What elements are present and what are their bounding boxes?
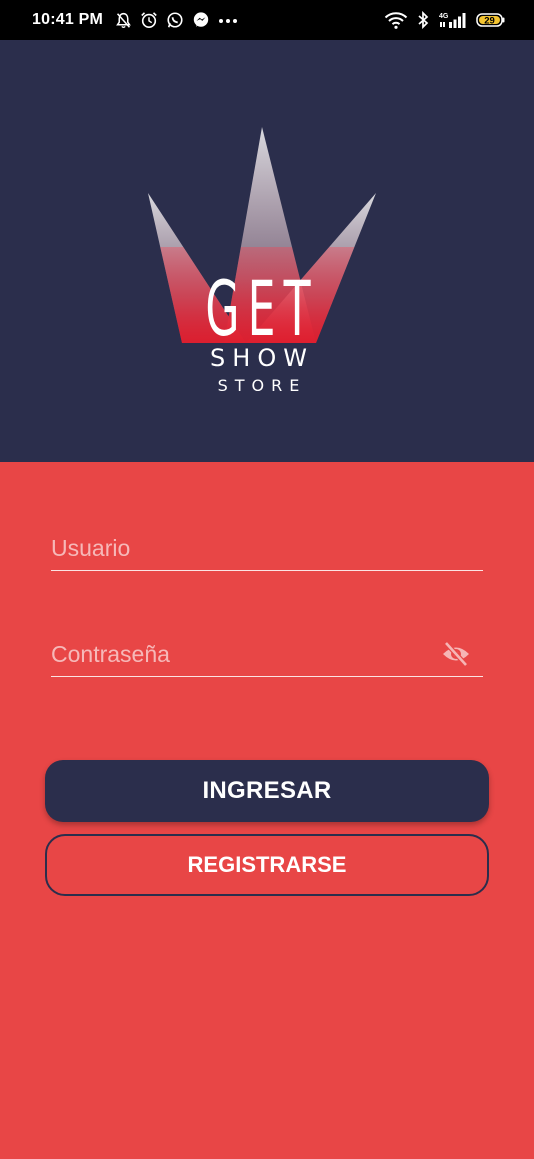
signal-icon: 4G xyxy=(438,11,468,29)
eye-off-icon[interactable] xyxy=(441,641,471,667)
header: GET SHOW STORE xyxy=(0,40,534,462)
messenger-icon xyxy=(192,11,210,29)
status-bar-right: 4G 29 xyxy=(384,11,506,29)
status-bar: 10:41 PM 4G 29 xyxy=(0,0,534,40)
status-bar-left: 10:41 PM xyxy=(32,11,238,29)
battery-level: 29 xyxy=(484,15,495,26)
logo: GET SHOW STORE xyxy=(148,127,376,395)
wifi-icon xyxy=(384,11,408,29)
login-form: INGRESAR REGISTRARSE xyxy=(0,462,534,1159)
logo-show: SHOW xyxy=(210,344,314,372)
network-label: 4G xyxy=(439,13,449,20)
battery-icon: 29 xyxy=(476,12,506,28)
password-input[interactable] xyxy=(51,634,431,674)
mute-bell-icon xyxy=(115,12,132,29)
status-time: 10:41 PM xyxy=(32,11,103,28)
login-button[interactable]: INGRESAR xyxy=(45,760,489,822)
bluetooth-icon xyxy=(416,11,430,29)
password-field xyxy=(51,634,483,677)
logo-store: STORE xyxy=(218,376,307,395)
alarm-icon xyxy=(140,11,158,29)
username-field xyxy=(51,528,483,571)
whatsapp-icon xyxy=(166,11,184,29)
logo-get: GET xyxy=(205,264,318,353)
more-dots-icon xyxy=(218,11,238,29)
username-input[interactable] xyxy=(51,528,431,568)
register-button[interactable]: REGISTRARSE xyxy=(45,834,489,896)
